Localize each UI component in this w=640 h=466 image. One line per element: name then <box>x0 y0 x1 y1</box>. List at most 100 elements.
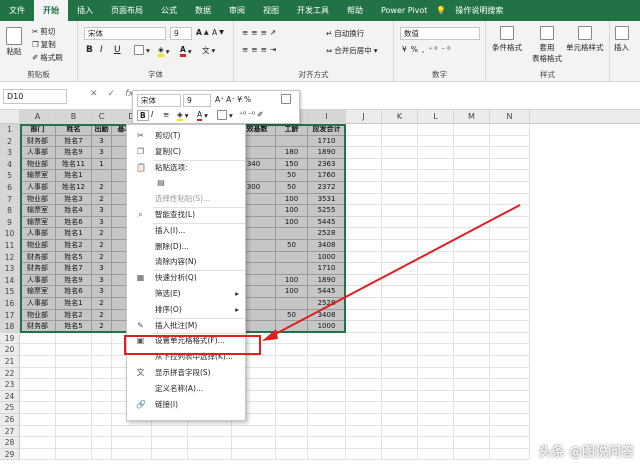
font-name-dropdown[interactable]: 宋体 <box>84 27 166 40</box>
empty-cell[interactable] <box>346 390 382 403</box>
empty-cell[interactable] <box>490 251 530 264</box>
empty-cell[interactable] <box>382 379 418 391</box>
fill-color-button[interactable]: ◈ ▾ <box>158 45 170 57</box>
empty-cell[interactable] <box>346 216 382 229</box>
empty-cell[interactable] <box>276 448 308 461</box>
empty-cell[interactable] <box>92 344 112 356</box>
empty-cell[interactable] <box>418 332 454 345</box>
empty-cell[interactable] <box>382 170 418 182</box>
mini-border-button[interactable]: ▾ <box>217 110 233 120</box>
empty-cell[interactable] <box>346 367 382 380</box>
empty-cell[interactable] <box>382 367 418 380</box>
empty-cell[interactable] <box>20 425 56 438</box>
empty-cell[interactable] <box>490 193 530 206</box>
context-menu-item-0[interactable]: ✂ 剪切(T) <box>127 129 245 142</box>
context-menu-item-8[interactable]: 清除内容(N) <box>127 255 245 268</box>
empty-cell[interactable] <box>454 332 490 345</box>
column-header-I[interactable]: I <box>308 110 346 124</box>
empty-cell[interactable] <box>346 286 382 298</box>
empty-cell[interactable] <box>454 344 490 356</box>
empty-cell[interactable] <box>454 216 490 229</box>
empty-cell[interactable] <box>346 321 382 333</box>
empty-cell[interactable] <box>418 135 454 148</box>
empty-cell[interactable] <box>92 390 112 403</box>
empty-cell[interactable] <box>490 135 530 148</box>
empty-cell[interactable] <box>454 448 490 461</box>
empty-cell[interactable] <box>346 309 382 322</box>
empty-cell[interactable] <box>418 158 454 171</box>
tab-10[interactable]: Power Pivot <box>372 0 436 21</box>
empty-cell[interactable] <box>20 448 56 461</box>
empty-cell[interactable] <box>276 390 308 403</box>
empty-cell[interactable] <box>382 205 418 217</box>
row-header-22[interactable]: 22 <box>0 367 20 380</box>
empty-cell[interactable] <box>454 193 490 206</box>
empty-cell[interactable] <box>232 437 276 449</box>
empty-cell[interactable] <box>382 251 418 264</box>
empty-cell[interactable] <box>346 251 382 264</box>
empty-cell[interactable] <box>382 124 418 136</box>
empty-cell[interactable] <box>276 356 308 368</box>
empty-cell[interactable] <box>276 414 308 426</box>
row-header-26[interactable]: 26 <box>0 414 20 426</box>
table-format-button[interactable]: 套用 表格格式 <box>532 26 562 64</box>
empty-cell[interactable] <box>92 425 112 438</box>
horizontal-align-buttons[interactable]: ≡ ≡ ≡ ⇥ <box>242 45 277 54</box>
empty-cell[interactable] <box>92 367 112 380</box>
enter-icon[interactable]: ✓ <box>108 89 116 99</box>
context-menu-item-12[interactable]: ✎ 插入批注(M) <box>127 319 245 332</box>
empty-cell[interactable] <box>346 274 382 287</box>
bold-button[interactable]: B <box>86 45 93 55</box>
row-header-28[interactable]: 28 <box>0 437 20 449</box>
empty-cell[interactable] <box>276 402 308 414</box>
empty-cell[interactable] <box>112 425 152 438</box>
vertical-align-buttons[interactable]: ≡ ≡ ≡ ↗ <box>242 28 277 37</box>
empty-cell[interactable] <box>490 425 530 438</box>
mini-font-size-buttons[interactable]: A⁺ A⁻ ¥% <box>215 95 251 104</box>
empty-cell[interactable] <box>346 402 382 414</box>
empty-cell[interactable] <box>308 437 346 449</box>
empty-cell[interactable] <box>490 228 530 240</box>
row-header-1[interactable]: 1 <box>0 124 20 136</box>
empty-cell[interactable] <box>454 309 490 322</box>
empty-cell[interactable] <box>56 344 92 356</box>
empty-cell[interactable] <box>382 344 418 356</box>
merge-center-button[interactable]: ⇔ 合并后居中 ▾ <box>326 45 378 56</box>
empty-cell[interactable] <box>454 367 490 380</box>
tab-6[interactable]: 审阅 <box>220 0 254 21</box>
empty-cell[interactable] <box>56 437 92 449</box>
empty-cell[interactable] <box>382 263 418 275</box>
context-menu-item-7[interactable]: 删除(D)... <box>127 240 245 253</box>
empty-cell[interactable] <box>20 332 56 345</box>
worksheet-grid[interactable]: ABCDEFGHIJKLMN 1234567891011121314151617… <box>0 110 640 466</box>
number-format-dropdown[interactable]: 数值 <box>400 27 480 40</box>
format-painter-button[interactable]: ✐ 格式刷 <box>32 52 63 63</box>
column-header-B[interactable]: B <box>56 110 92 124</box>
empty-cell[interactable] <box>418 390 454 403</box>
row-header-21[interactable]: 21 <box>0 356 20 368</box>
empty-cell[interactable] <box>20 367 56 380</box>
empty-cell[interactable] <box>454 147 490 159</box>
empty-cell[interactable] <box>418 286 454 298</box>
empty-cell[interactable] <box>454 158 490 171</box>
context-menu-item-17[interactable]: 🔗 链接(I) <box>127 398 245 411</box>
empty-cell[interactable] <box>454 240 490 252</box>
empty-cell[interactable] <box>382 332 418 345</box>
empty-cell[interactable] <box>382 321 418 333</box>
empty-cell[interactable] <box>418 240 454 252</box>
empty-cell[interactable] <box>418 216 454 229</box>
insert-cells-button[interactable]: 插入 <box>614 26 629 53</box>
empty-cell[interactable] <box>490 170 530 182</box>
row-header-24[interactable]: 24 <box>0 390 20 403</box>
mini-align-center-button[interactable]: ≡ <box>163 110 169 119</box>
empty-cell[interactable] <box>382 437 418 449</box>
empty-cell[interactable] <box>382 193 418 206</box>
empty-cell[interactable] <box>490 286 530 298</box>
cut-button[interactable]: ✂ 剪切 <box>32 26 55 37</box>
row-header-16[interactable]: 16 <box>0 298 20 310</box>
empty-cell[interactable] <box>346 205 382 217</box>
empty-cell[interactable] <box>382 182 418 194</box>
conditional-format-button[interactable]: 条件格式 <box>492 26 522 53</box>
empty-cell[interactable] <box>92 448 112 461</box>
empty-cell[interactable] <box>418 147 454 159</box>
